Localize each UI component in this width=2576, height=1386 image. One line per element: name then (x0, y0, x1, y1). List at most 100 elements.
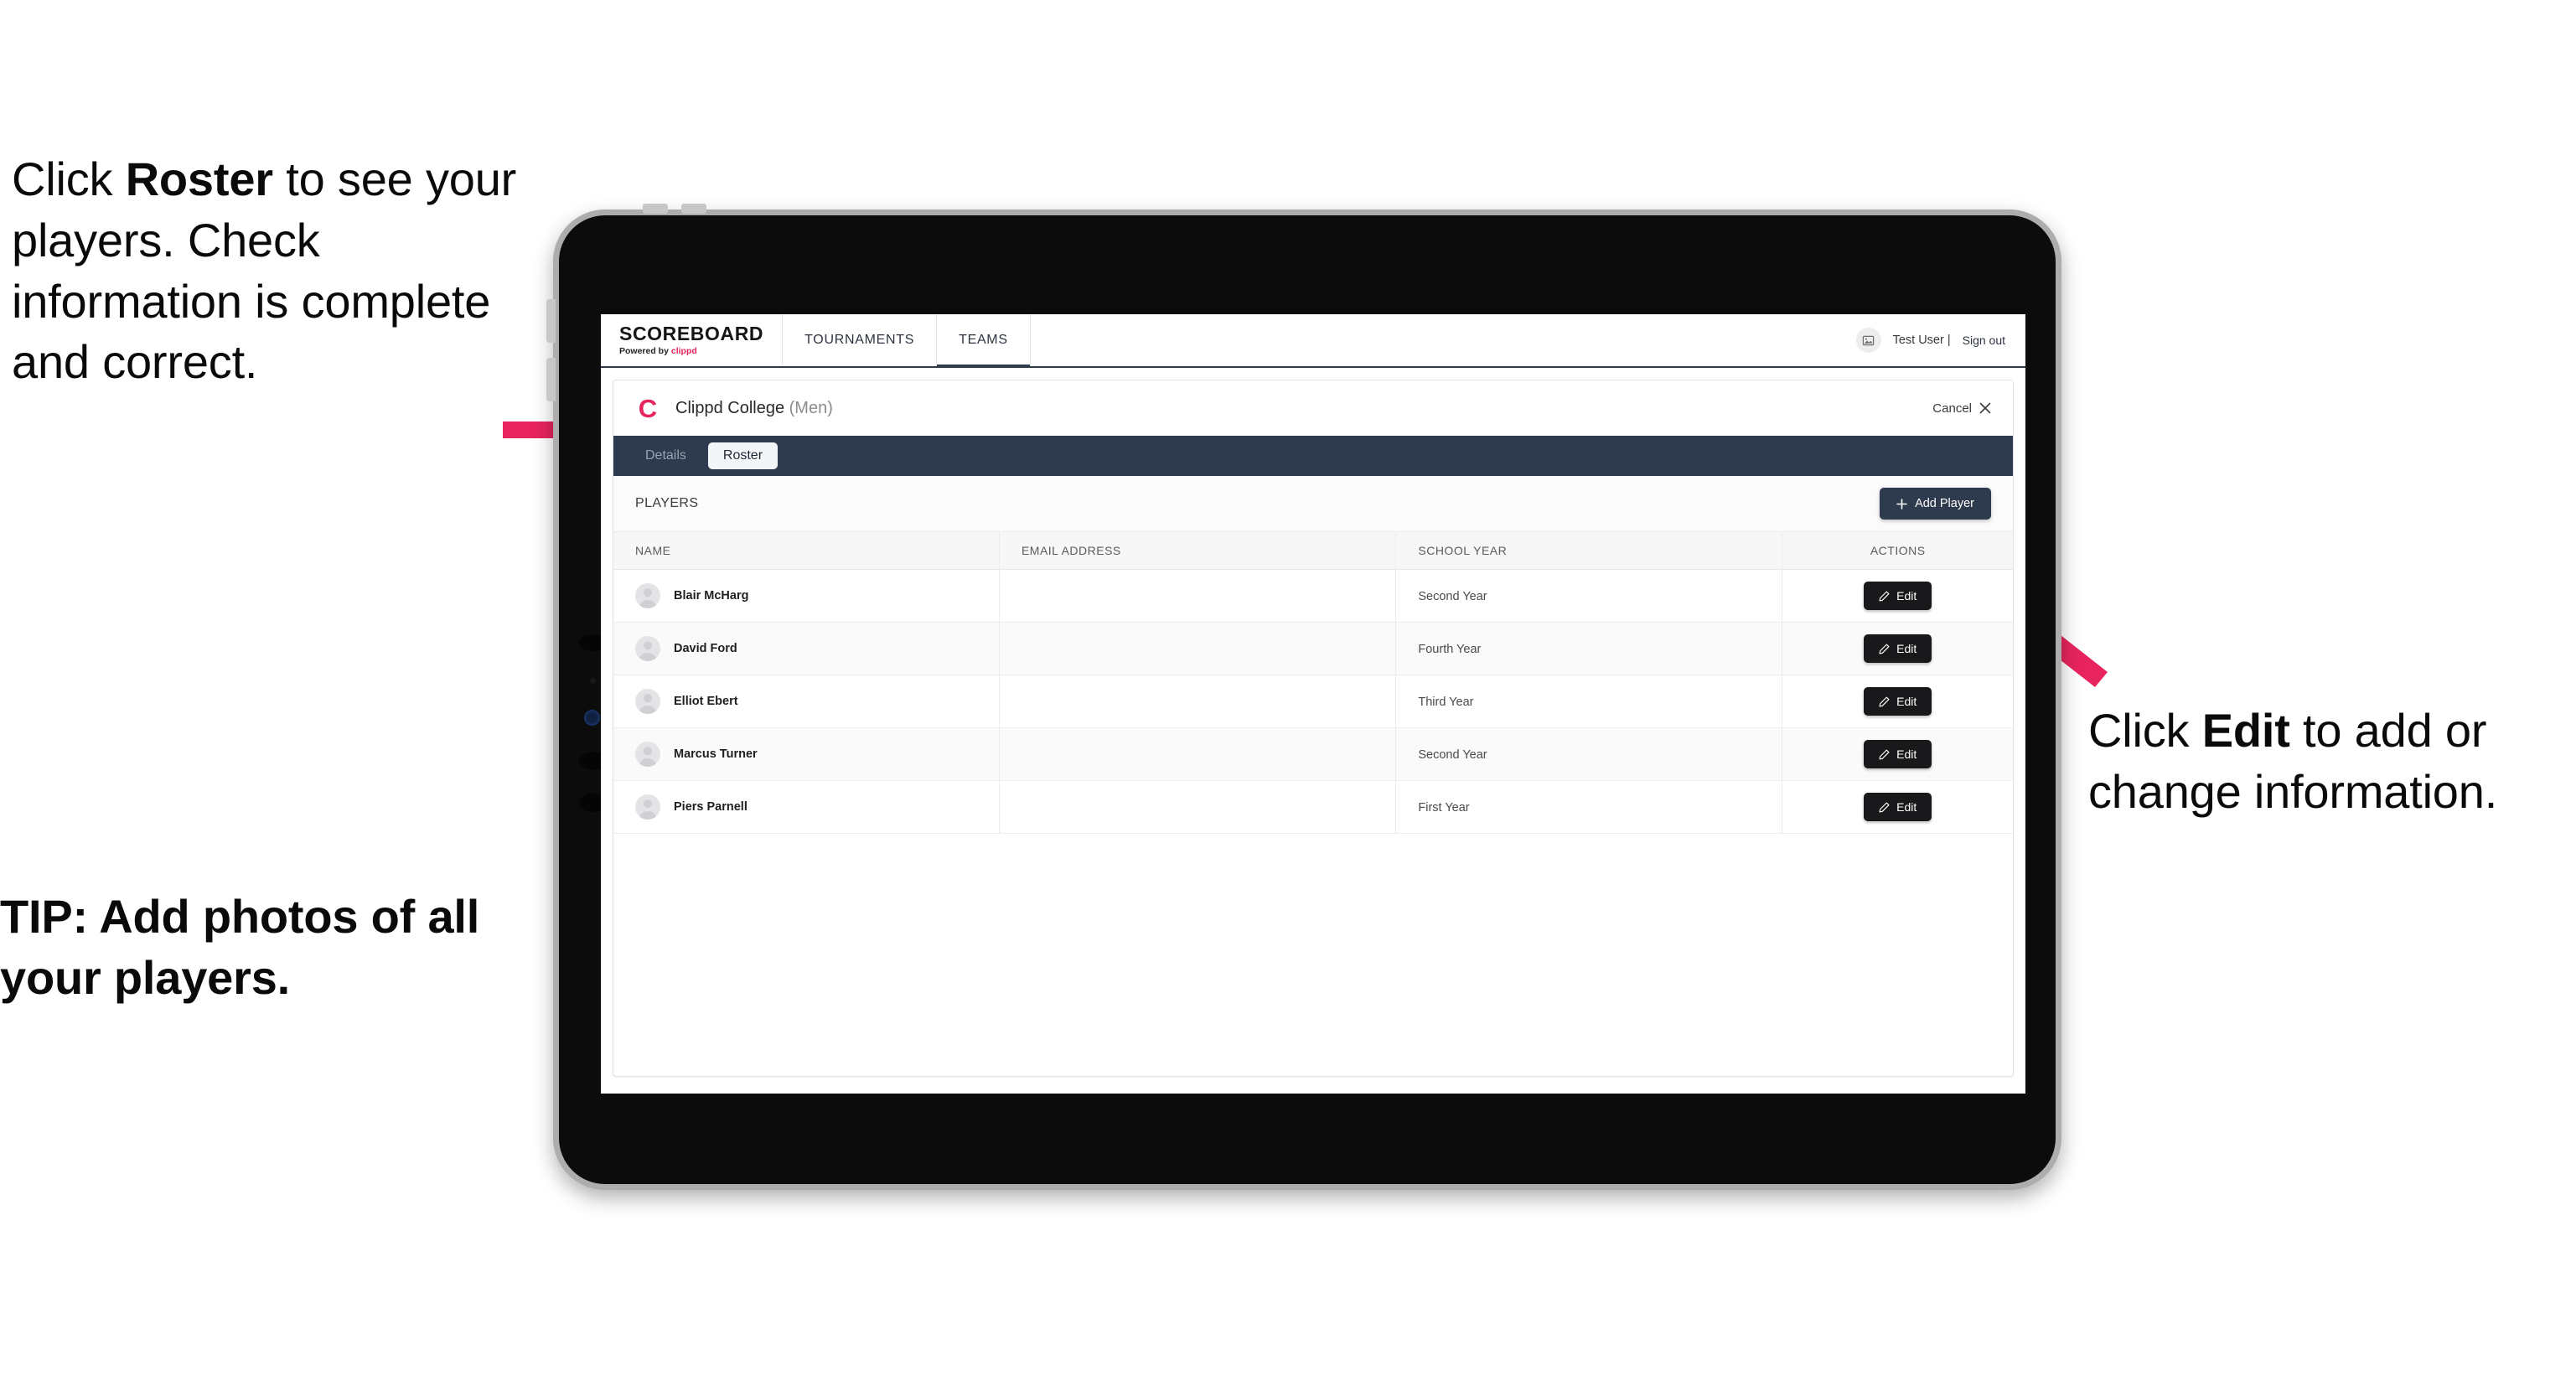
edit-label: Edit (1896, 642, 1917, 655)
player-school-year: Second Year (1418, 747, 1487, 762)
person-avatar-icon (639, 799, 657, 820)
tablet-device-frame: SCOREBOARD Powered by clippd TOURNAMENTS… (546, 204, 2061, 1190)
player-name: Blair McHarg (674, 589, 749, 602)
player-school-year: First Year (1418, 800, 1470, 815)
cell-actions: Edit (1782, 675, 2013, 728)
cancel-button[interactable]: Cancel (1932, 401, 1991, 416)
table-row: David Ford Fourth Year Edit (613, 622, 2013, 675)
player-name: Marcus Turner (674, 747, 758, 761)
avatar (635, 794, 660, 820)
team-name-text: Clippd College (675, 398, 785, 417)
column-header-actions: ACTIONS (1782, 532, 2013, 570)
person-avatar-icon (639, 641, 657, 661)
side-button-lower[interactable] (546, 358, 556, 401)
player-school-year: Third Year (1418, 695, 1474, 709)
edit-label: Edit (1896, 747, 1917, 761)
tablet-screen: SCOREBOARD Powered by clippd TOURNAMENTS… (601, 314, 2025, 1094)
players-table-body: Blair McHarg Second Year Edit David Ford Fou… (613, 569, 2013, 834)
add-player-button[interactable]: Add Player (1880, 488, 1991, 520)
edit-player-button[interactable]: Edit (1864, 793, 1932, 821)
column-header-email: EMAIL ADDRESS (999, 532, 1397, 570)
cell-actions: Edit (1782, 622, 2013, 675)
annotation-edit-pre: Click (2088, 704, 2202, 757)
table-row: Piers Parnell First Year Edit (613, 780, 2013, 834)
annotation-roster: Click Roster to see your players. Check … (12, 149, 548, 393)
brand-subtitle-clippd: clippd (670, 346, 697, 356)
edit-player-button[interactable]: Edit (1864, 582, 1932, 610)
person-avatar-icon (639, 588, 657, 608)
edit-player-button[interactable]: Edit (1864, 740, 1932, 768)
table-row: Marcus Turner Second Year Edit (613, 727, 2013, 781)
team-card: C Clippd College (Men) Cancel Details Ro… (613, 380, 2014, 1077)
edit-player-button[interactable]: Edit (1864, 634, 1932, 663)
table-row: Blair McHarg Second Year Edit (613, 569, 2013, 623)
cell-email (999, 727, 1397, 781)
account-area: Test User | Sign out (1855, 314, 2025, 366)
team-logo-icon: C (638, 393, 658, 423)
plus-icon (1896, 498, 1907, 509)
edit-label: Edit (1896, 695, 1917, 708)
volume-up-button[interactable] (643, 204, 668, 214)
cell-name: Marcus Turner (613, 727, 1000, 781)
pencil-icon (1879, 696, 1890, 706)
cancel-label: Cancel (1932, 401, 1972, 416)
players-table-head: NAME EMAIL ADDRESS SCHOOL YEAR ACTIONS (613, 532, 2013, 570)
players-section-title: PLAYERS (635, 496, 699, 510)
player-name: Elliot Ebert (674, 695, 738, 708)
cell-actions: Edit (1782, 727, 2013, 781)
edit-player-button[interactable]: Edit (1864, 687, 1932, 716)
close-icon (1979, 402, 1991, 414)
table-row: Elliot Ebert Third Year Edit (613, 675, 2013, 728)
player-name: David Ford (674, 642, 737, 655)
players-table-header-row: NAME EMAIL ADDRESS SCHOOL YEAR ACTIONS (613, 532, 2013, 570)
tab-roster[interactable]: Roster (707, 442, 778, 469)
cell-email (999, 675, 1397, 728)
cell-name: David Ford (613, 622, 1000, 675)
section-tab-bar: Details Roster (613, 436, 2013, 476)
cell-actions: Edit (1782, 780, 2013, 834)
players-toolbar: PLAYERS Add Player (613, 476, 2013, 532)
annotation-edit: Click Edit to add or change information. (2088, 701, 2574, 823)
person-avatar-icon (639, 747, 657, 767)
team-gender: (Men) (789, 398, 833, 417)
player-school-year: Second Year (1418, 589, 1487, 603)
pencil-icon (1879, 802, 1890, 812)
avatar (635, 583, 660, 608)
edit-label: Edit (1896, 589, 1917, 602)
tab-details[interactable]: Details (630, 442, 701, 469)
avatar (635, 636, 660, 661)
nav-tab-teams[interactable]: TEAMS (937, 314, 1031, 368)
image-placeholder-icon[interactable] (1855, 328, 1881, 353)
cell-school-year: First Year (1395, 780, 1783, 834)
annotation-edit-bold: Edit (2201, 704, 2290, 757)
side-button-upper[interactable] (546, 299, 556, 343)
cell-email (999, 622, 1397, 675)
edit-label: Edit (1896, 800, 1917, 814)
brand-title: SCOREBOARD (619, 323, 764, 344)
cell-actions: Edit (1782, 569, 2013, 623)
nav-tab-tournaments[interactable]: TOURNAMENTS (783, 314, 938, 366)
cell-school-year: Fourth Year (1395, 622, 1783, 675)
team-header: C Clippd College (Men) Cancel (613, 380, 2013, 436)
sign-out-link[interactable]: Sign out (1963, 334, 2005, 347)
pencil-icon (1879, 749, 1890, 759)
annotation-roster-pre: Click (12, 153, 126, 205)
brand-subtitle: Powered by clippd (619, 346, 763, 356)
cell-email (999, 780, 1397, 834)
column-header-school-year: SCHOOL YEAR (1395, 532, 1783, 570)
pencil-icon (1879, 591, 1890, 601)
cell-school-year: Second Year (1395, 569, 1783, 623)
avatar (635, 689, 660, 714)
brand-logo[interactable]: SCOREBOARD Powered by clippd (601, 314, 784, 366)
brand-subtitle-prefix: Powered by (619, 346, 671, 356)
cell-name: Piers Parnell (613, 780, 1000, 834)
camera-lens-icon (584, 710, 600, 726)
team-name: Clippd College (Men) (675, 399, 833, 418)
app-navbar: SCOREBOARD Powered by clippd TOURNAMENTS… (601, 314, 2025, 368)
pencil-icon (1879, 644, 1890, 654)
cell-email (999, 569, 1397, 623)
cell-name: Blair McHarg (613, 569, 1000, 623)
player-school-year: Fourth Year (1418, 642, 1482, 656)
volume-down-button[interactable] (681, 204, 706, 214)
cell-name: Elliot Ebert (613, 675, 1000, 728)
